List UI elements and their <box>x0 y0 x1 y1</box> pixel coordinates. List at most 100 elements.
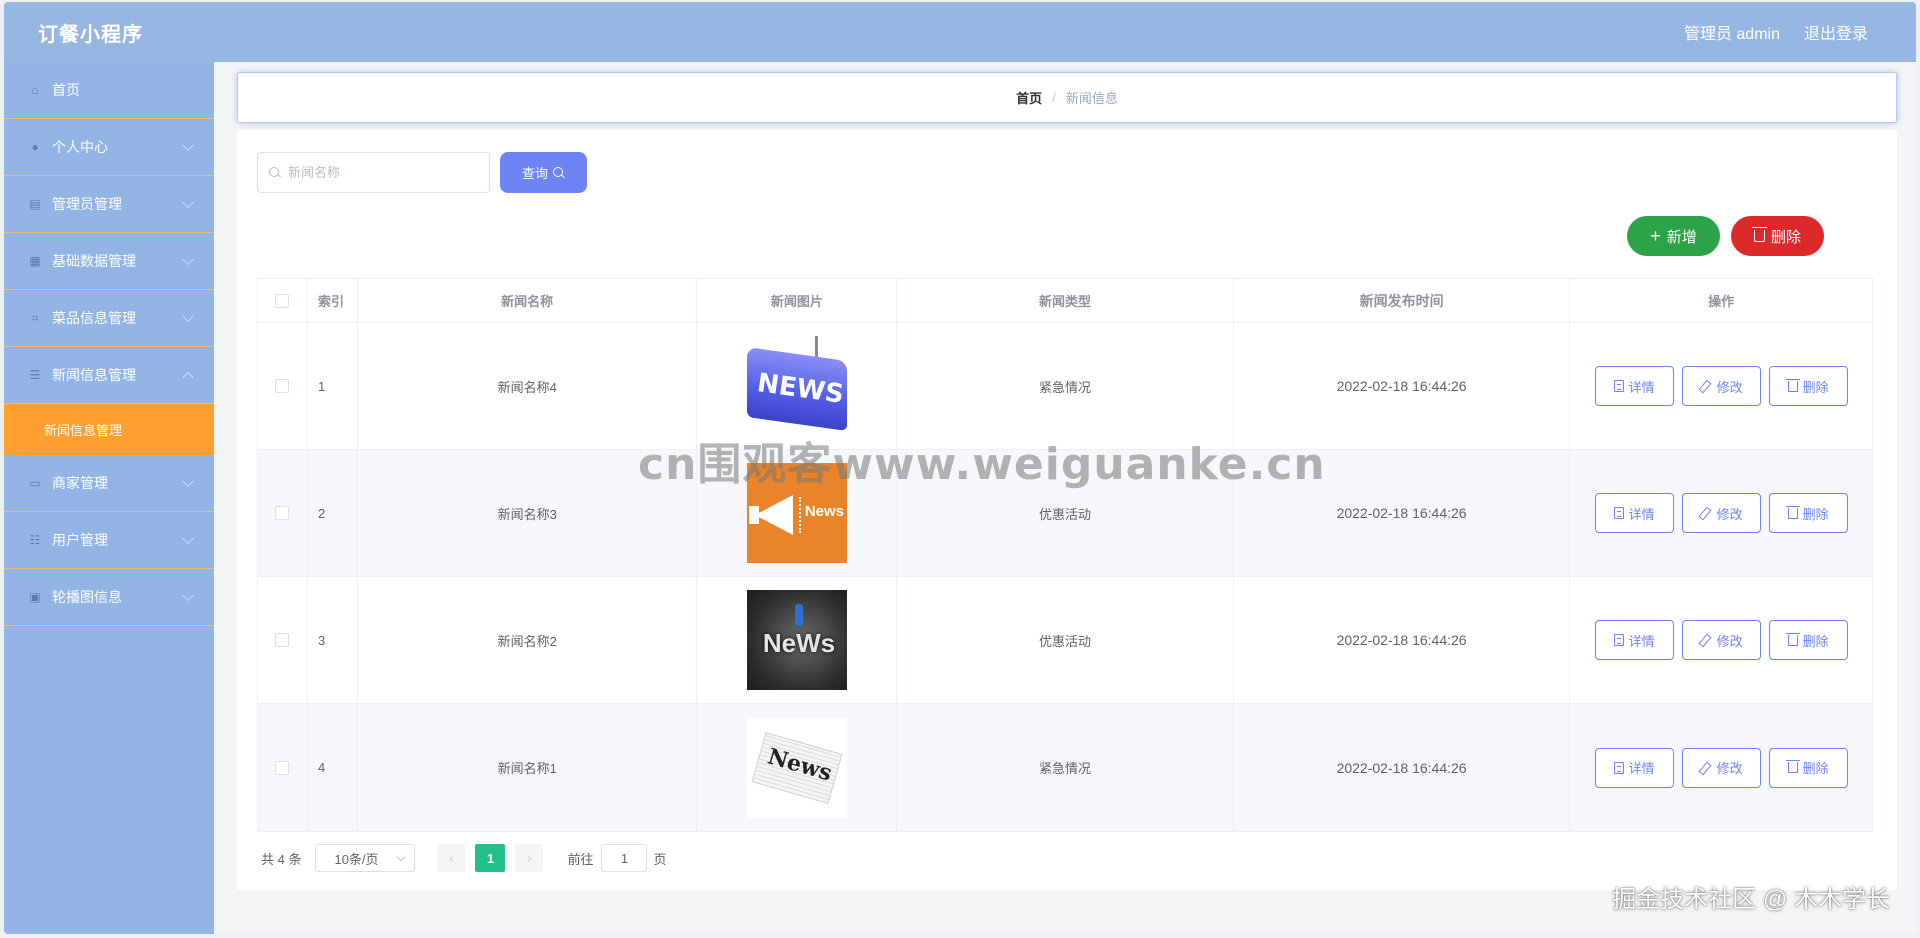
admin-label: 管理员 admin <box>1683 26 1780 43</box>
chart-icon: ▤ <box>29 197 41 211</box>
row-actions: 详情 修改 删除 <box>1570 577 1872 703</box>
thumbnail-decoration <box>794 604 803 626</box>
thumbnail-decoration <box>814 336 818 358</box>
logout-link[interactable]: 退出登录 <box>1804 20 1868 44</box>
page-number-current[interactable]: 1 <box>475 844 506 872</box>
plus-icon: + <box>1650 226 1661 246</box>
trash-icon <box>1785 632 1800 646</box>
trash-icon <box>1785 760 1800 773</box>
thumbnail-text: News <box>804 503 845 520</box>
detail-label: 详情 <box>1628 379 1655 395</box>
edit-button[interactable]: 修改 <box>1681 493 1761 533</box>
news-type: 紧急情况 <box>897 323 1234 449</box>
search-field[interactable] <box>257 152 490 193</box>
pencil-icon <box>1700 380 1712 392</box>
prev-page-button[interactable]: ‹ <box>437 844 466 872</box>
news-thumbnail: News <box>746 717 847 818</box>
main-content: 查询 + 新增 删除 索引 新闻名称 新闻图片 新闻类型 新闻发布时间 操作 <box>237 130 1897 890</box>
edit-button[interactable]: 修改 <box>1681 366 1761 406</box>
edit-label: 修改 <box>1716 379 1743 395</box>
sidebar-item-label: 基础数据管理 <box>52 253 136 269</box>
sidebar: ⌂ 首页 ● 个人中心 ▤ 管理员管理 ▦ 基础数据管理 ⌗ 菜品信息管理 ☰ … <box>4 62 214 934</box>
breadcrumb-separator: / <box>1052 90 1056 105</box>
add-button[interactable]: + 新增 <box>1627 216 1720 256</box>
pencil-icon <box>1700 507 1712 519</box>
column-header: 新闻图片 <box>697 279 898 322</box>
news-name: 新闻名称4 <box>358 323 698 449</box>
detail-button[interactable]: 详情 <box>1594 747 1674 788</box>
submenu-news-management[interactable]: 新闻信息管理 <box>4 404 214 455</box>
row-checkbox[interactable] <box>275 633 290 647</box>
delete-label: 删除 <box>1802 506 1829 522</box>
document-icon <box>1613 380 1624 392</box>
breadcrumb: 首页 / 新闻信息 <box>237 72 1897 123</box>
next-page-button[interactable]: › <box>515 844 544 872</box>
sidebar-item-label: 个人中心 <box>52 139 108 155</box>
detail-button[interactable]: 详情 <box>1594 620 1674 660</box>
detail-button[interactable]: 详情 <box>1594 366 1674 406</box>
edit-label: 修改 <box>1716 506 1743 522</box>
sidebar-item-home[interactable]: ⌂ 首页 <box>4 62 214 119</box>
delete-button[interactable]: 删除 <box>1768 620 1848 660</box>
sidebar-item-basic-data[interactable]: ▦ 基础数据管理 <box>4 233 214 290</box>
delete-label: 删除 <box>1802 633 1829 649</box>
pencil-icon <box>1700 762 1712 774</box>
pencil-icon <box>1700 634 1712 646</box>
pagination: 共 4 条 10条/页 ‹ 1 › 前往 页 <box>261 844 667 872</box>
pagination-total: 共 4 条 <box>261 851 302 867</box>
bulk-delete-button[interactable]: 删除 <box>1731 216 1824 256</box>
sidebar-item-news-info[interactable]: ☰ 新闻信息管理 <box>4 347 214 404</box>
news-image-cell: News <box>697 704 898 831</box>
goto-page-input[interactable] <box>601 844 648 872</box>
delete-button[interactable]: 删除 <box>1768 747 1848 788</box>
row-index: 4 <box>308 704 358 831</box>
news-publish-time: 2022-02-18 16:44:26 <box>1234 577 1571 703</box>
chevron-down-icon <box>182 310 194 323</box>
chevron-down-icon <box>182 139 194 152</box>
news-type: 优惠活动 <box>897 577 1234 703</box>
news-name: 新闻名称1 <box>358 704 698 831</box>
delete-button[interactable]: 删除 <box>1768 366 1848 406</box>
detail-button[interactable]: 详情 <box>1594 493 1674 533</box>
sidebar-item-dish-info[interactable]: ⌗ 菜品信息管理 <box>4 290 214 347</box>
news-publish-time: 2022-02-18 16:44:26 <box>1234 704 1571 831</box>
news-image-cell: NEWS <box>697 323 898 449</box>
row-checkbox[interactable] <box>275 379 290 393</box>
edit-label: 修改 <box>1716 761 1743 776</box>
chevron-down-icon <box>397 852 406 862</box>
megaphone-icon <box>754 495 793 535</box>
sidebar-item-personal-center[interactable]: ● 个人中心 <box>4 119 214 176</box>
page-size-select[interactable]: 10条/页 <box>315 844 416 872</box>
breadcrumb-home[interactable]: 首页 <box>1016 88 1042 107</box>
query-button[interactable]: 查询 <box>500 152 587 193</box>
delete-label: 删除 <box>1802 379 1829 395</box>
column-header: 索引 <box>308 279 358 322</box>
sidebar-item-merchant[interactable]: ▭ 商家管理 <box>4 455 214 512</box>
delete-button[interactable]: 删除 <box>1768 493 1848 533</box>
row-index: 3 <box>308 577 358 703</box>
news-thumbnail: NeWs <box>746 590 847 690</box>
sidebar-item-admin-management[interactable]: ▤ 管理员管理 <box>4 176 214 233</box>
goto-label: 前往 <box>567 851 594 867</box>
list-icon: ☷ <box>29 533 41 547</box>
news-image-cell: NeWs <box>697 577 898 703</box>
sidebar-item-label: 首页 <box>52 82 80 98</box>
edit-label: 修改 <box>1716 633 1743 649</box>
edit-button[interactable]: 修改 <box>1681 747 1761 788</box>
news-name: 新闻名称3 <box>358 450 698 576</box>
search-input[interactable] <box>288 165 478 180</box>
sidebar-item-user-management[interactable]: ☷ 用户管理 <box>4 512 214 569</box>
row-checkbox-cell <box>258 577 308 703</box>
news-thumbnail: News <box>746 463 847 563</box>
trash-icon <box>1751 227 1767 242</box>
row-checkbox[interactable] <box>275 760 290 775</box>
sidebar-item-label: 新闻信息管理 <box>52 367 136 383</box>
news-thumbnail: NEWS <box>746 336 847 436</box>
select-all-checkbox[interactable] <box>275 293 290 308</box>
sidebar-item-carousel[interactable]: ▣ 轮播图信息 <box>4 569 214 626</box>
edit-button[interactable]: 修改 <box>1681 620 1761 660</box>
news-type: 紧急情况 <box>897 704 1234 831</box>
detail-label: 详情 <box>1628 633 1655 649</box>
row-checkbox[interactable] <box>275 506 290 520</box>
chevron-down-icon <box>182 196 194 209</box>
